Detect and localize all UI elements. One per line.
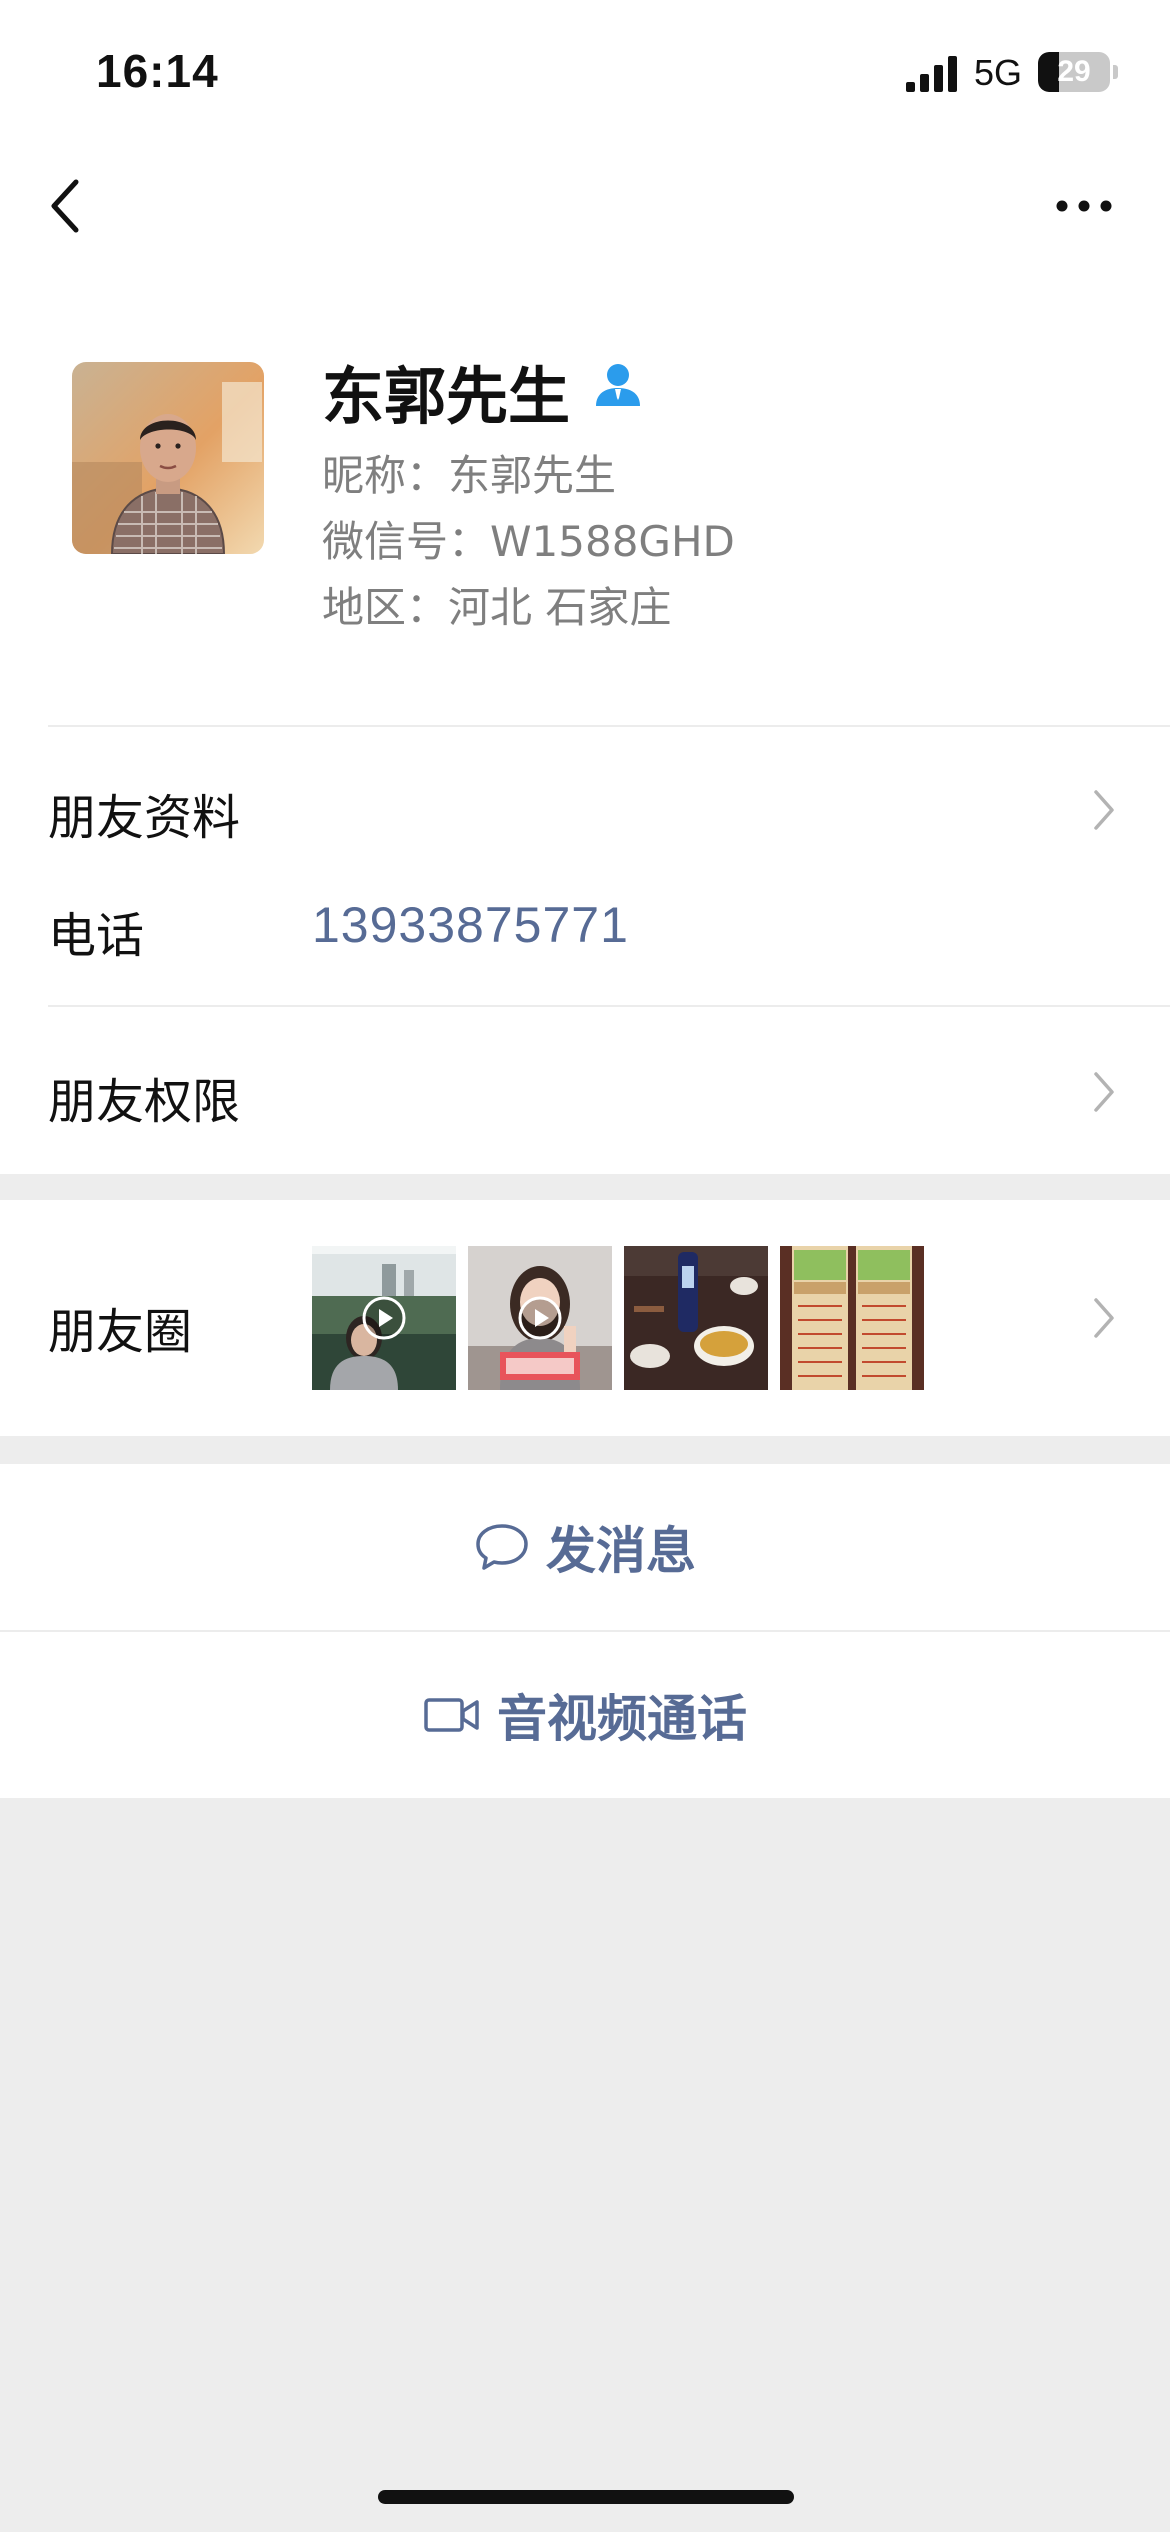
status-bar: 16:14 5G 29 [0, 0, 1170, 150]
play-icon [362, 1296, 406, 1340]
chevron-left-icon[interactable] [44, 176, 88, 236]
moments-thumbnail-photo[interactable] [624, 1246, 768, 1390]
moments-row[interactable]: 朋友圈 [0, 1200, 1170, 1436]
moments-thumbnail-video[interactable] [468, 1246, 612, 1390]
divider [48, 725, 1170, 727]
contact-profile-page: 16:14 5G 29 东郭先生 昵称：东郭先生 微信号：W1588GHD 地区… [0, 0, 1170, 2532]
phone-label: 电话 [48, 908, 145, 964]
friend-permissions-row[interactable]: 朋友权限 [48, 1062, 240, 1132]
home-indicator[interactable] [378, 2490, 794, 2504]
nickname: 昵称：东郭先生 [322, 451, 617, 500]
moments-thumbnail-photo[interactable] [780, 1246, 924, 1390]
battery-tip [1113, 65, 1118, 79]
avatar[interactable] [72, 362, 264, 554]
wechat-id[interactable]: 微信号：W1588GHD [322, 508, 735, 569]
network-type: 5G [974, 52, 1023, 93]
friend-info-row[interactable]: 朋友资料 [48, 778, 240, 848]
audio-video-call-label: 音视频通话 [497, 1690, 747, 1748]
audio-video-call-button[interactable]: 音视频通话 [0, 1632, 1170, 1798]
contact-name: 东郭先生 [322, 360, 571, 433]
ellipsis-icon[interactable] [1054, 196, 1114, 216]
divider [48, 1005, 1170, 1007]
action-area: 发消息 音视频通话 [0, 1464, 1170, 1798]
send-message-button[interactable]: 发消息 [0, 1464, 1170, 1630]
chevron-right-icon[interactable] [1092, 1296, 1116, 1340]
status-time: 16:14 [96, 45, 219, 97]
moments-label: 朋友圈 [48, 1304, 193, 1360]
phone-number[interactable]: 13933875771 [312, 896, 629, 954]
chat-bubble-icon [476, 1524, 528, 1570]
send-message-label: 发消息 [546, 1522, 696, 1580]
cellular-signal-icon [906, 56, 957, 92]
video-camera-icon [424, 1698, 479, 1732]
battery-level: 29 [1057, 55, 1091, 88]
person-icon [596, 364, 640, 406]
chevron-right-icon[interactable] [1092, 788, 1116, 832]
play-icon [518, 1296, 562, 1340]
moments-thumbnail-video[interactable] [312, 1246, 456, 1390]
battery-icon: 29 [1038, 52, 1110, 92]
chevron-right-icon[interactable] [1092, 1070, 1116, 1114]
region: 地区：河北 石家庄 [322, 583, 672, 632]
